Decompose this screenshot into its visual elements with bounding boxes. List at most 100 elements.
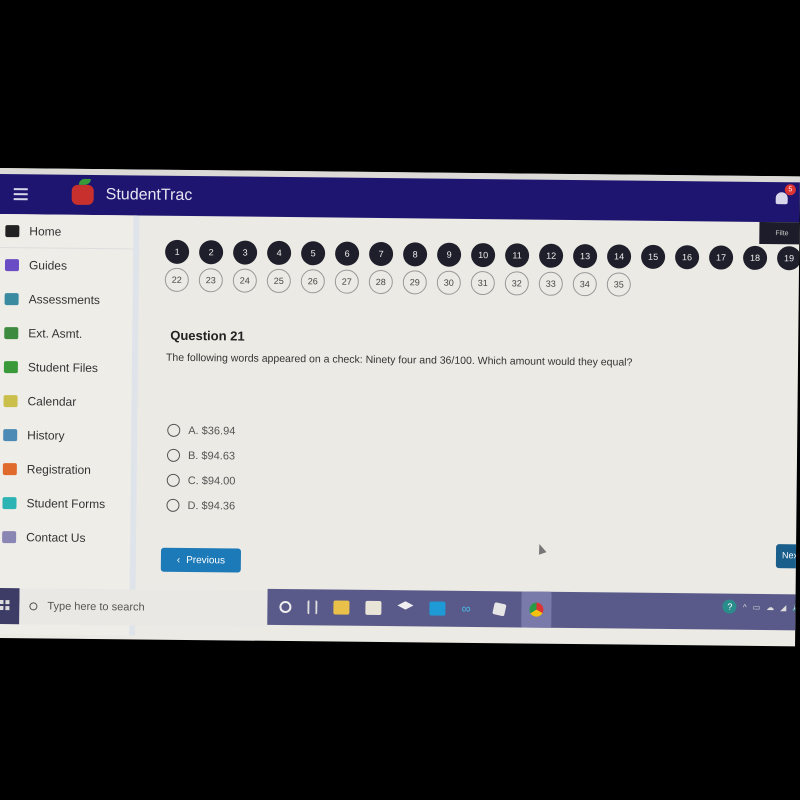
cloud-upload-icon <box>3 361 18 374</box>
sidebar-item-registration[interactable]: Registration <box>0 452 131 487</box>
question-text: The following words appeared on a check:… <box>165 351 633 369</box>
sidebar-item-contact-us[interactable]: Contact Us <box>0 520 130 555</box>
question-button-18[interactable]: 18 <box>742 245 768 271</box>
app-title: StudentTrac <box>105 186 193 205</box>
question-button-22[interactable]: 22 <box>164 267 189 292</box>
next-button[interactable]: Next <box>775 544 800 569</box>
guides-icon <box>4 259 20 272</box>
chevron-left-icon: ‹ <box>176 554 181 566</box>
radio-button[interactable] <box>166 448 181 462</box>
answer-option[interactable]: A. $36.94 <box>167 418 236 444</box>
sidebar-item-assessments[interactable]: Assessments <box>0 282 133 317</box>
sidebar-item-history[interactable]: History <box>0 418 131 453</box>
sidebar-item-student-forms[interactable]: Student Forms <box>0 486 131 521</box>
answer-option-label: A. $36.94 <box>188 424 236 437</box>
answer-option[interactable]: B. $94.63 <box>166 443 236 469</box>
question-button-5[interactable]: 5 <box>300 241 326 266</box>
question-button-29[interactable]: 29 <box>402 270 427 295</box>
wifi-icon[interactable]: ◢ <box>780 603 786 612</box>
question-button-24[interactable]: 24 <box>232 268 257 293</box>
sidebar-item-label: Contact Us <box>26 530 86 545</box>
sidebar-item-guides[interactable]: Guides <box>0 248 133 283</box>
filter-tab[interactable]: Filte <box>759 221 800 245</box>
question-button-1[interactable]: 1 <box>165 239 190 264</box>
question-button-11[interactable]: 11 <box>504 243 530 268</box>
help-icon[interactable]: ? <box>722 599 737 614</box>
store-icon[interactable] <box>365 600 382 616</box>
battery-icon[interactable]: ▭ <box>753 602 761 611</box>
chrome-taskbar-button[interactable] <box>521 591 552 628</box>
registration-icon <box>2 463 17 476</box>
sidebar-item-student-files[interactable]: Student Files <box>0 350 132 385</box>
question-button-28[interactable]: 28 <box>368 269 393 295</box>
question-button-3[interactable]: 3 <box>233 240 258 265</box>
answer-option[interactable]: D. $94.36 <box>166 493 235 519</box>
question-button-6[interactable]: 6 <box>334 241 360 266</box>
answer-option-label: D. $94.36 <box>187 499 236 512</box>
question-button-12[interactable]: 12 <box>538 243 564 268</box>
question-button-7[interactable]: 7 <box>368 241 394 267</box>
sidebar-item-label: Ext. Asmt. <box>28 326 83 341</box>
forms-icon <box>2 497 17 510</box>
sidebar-item-calendar[interactable]: Calendar <box>0 384 132 419</box>
previous-label: Previous <box>186 554 226 566</box>
radio-button[interactable] <box>166 498 180 512</box>
radio-button[interactable] <box>167 423 181 437</box>
windows-start-icon[interactable] <box>0 587 20 625</box>
question-button-9[interactable]: 9 <box>436 242 462 267</box>
dropbox-icon[interactable] <box>397 601 413 615</box>
infinity-app-icon[interactable]: ∞ <box>461 601 477 616</box>
mouse-cursor-icon <box>535 542 547 555</box>
question-button-19[interactable]: 19 <box>776 246 800 271</box>
history-icon <box>3 429 18 442</box>
question-button-34[interactable]: 34 <box>572 272 597 297</box>
question-button-23[interactable]: 23 <box>198 268 223 293</box>
ext-asmt-icon <box>4 327 19 340</box>
sidebar: Home Guides Assessments Ext. Asmt. Student F… <box>0 213 140 636</box>
mail-icon[interactable] <box>429 601 446 616</box>
mail-icon <box>2 531 17 544</box>
system-tray: ? ^ ▭ ☁ ◢ 🔈 1/2 <box>722 599 800 615</box>
radio-button[interactable] <box>166 473 180 487</box>
question-button-4[interactable]: 4 <box>267 240 292 266</box>
question-button-35[interactable]: 35 <box>606 272 631 297</box>
question-button-17[interactable]: 17 <box>708 245 734 270</box>
volume-icon[interactable]: 🔈 <box>792 603 800 612</box>
sidebar-item-label: Calendar <box>27 394 77 409</box>
sidebar-item-label: Student Forms <box>26 496 106 512</box>
question-button-2[interactable]: 2 <box>199 240 224 265</box>
previous-button[interactable]: ‹ Previous <box>160 547 242 573</box>
answer-option[interactable]: C. $94.00 <box>166 468 236 494</box>
answer-options: A. $36.94 B. $94.63 C. $94.00 D. $94.36 <box>166 418 236 519</box>
assessments-icon <box>4 293 19 306</box>
apple-logo-icon <box>71 184 94 205</box>
answer-option-label: B. $94.63 <box>187 449 236 462</box>
task-view-icon[interactable] <box>307 600 318 615</box>
question-button-30[interactable]: 30 <box>436 270 461 295</box>
sidebar-item-ext-asmt[interactable]: Ext. Asmt. <box>0 316 132 351</box>
question-button-33[interactable]: 33 <box>538 271 563 296</box>
question-button-32[interactable]: 32 <box>504 271 529 296</box>
taskbar-search-input[interactable]: Type here to search <box>19 588 268 627</box>
file-explorer-icon[interactable] <box>333 600 350 615</box>
question-button-10[interactable]: 10 <box>470 242 496 268</box>
question-button-16[interactable]: 16 <box>674 245 700 270</box>
onedrive-icon[interactable]: ☁ <box>766 603 774 612</box>
question-row-2: 22 23 24 25 26 27 28 29 30 31 32 33 34 35 <box>164 267 800 299</box>
roblox-icon[interactable] <box>492 602 507 617</box>
chrome-icon <box>529 602 544 617</box>
question-button-14[interactable]: 14 <box>606 244 632 269</box>
question-button-25[interactable]: 25 <box>266 268 291 294</box>
question-button-27[interactable]: 27 <box>334 269 359 294</box>
question-button-8[interactable]: 8 <box>402 242 428 267</box>
question-button-15[interactable]: 15 <box>640 244 666 269</box>
windows-taskbar: Type here to search ∞ ? ^ ▭ ☁ ◢ 🔈 1/2 <box>0 586 800 635</box>
chevron-up-icon[interactable]: ^ <box>743 602 747 611</box>
question-button-31[interactable]: 31 <box>470 270 495 296</box>
cortana-icon[interactable] <box>279 600 292 614</box>
menu-icon[interactable] <box>13 188 28 201</box>
sidebar-item-home[interactable]: Home <box>0 213 134 250</box>
question-button-26[interactable]: 26 <box>300 269 325 294</box>
home-icon <box>5 224 20 237</box>
question-button-13[interactable]: 13 <box>572 244 598 269</box>
